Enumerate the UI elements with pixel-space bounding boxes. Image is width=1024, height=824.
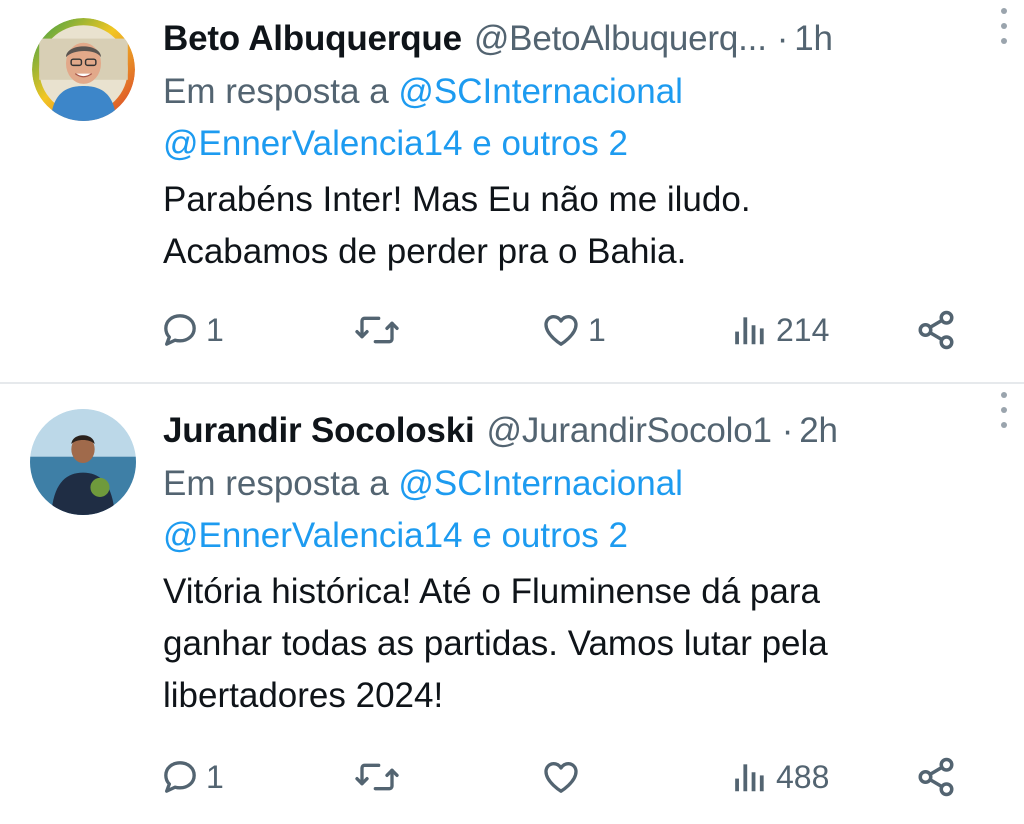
- like-button[interactable]: [540, 752, 588, 802]
- reply-icon: [164, 314, 196, 346]
- separator-dot: ·: [781, 411, 794, 450]
- tweet-text-line: Parabéns Inter! Mas Eu não me iludo.: [163, 180, 751, 219]
- mention-link[interactable]: @SCInternacional: [398, 72, 683, 111]
- reply-button[interactable]: 1: [160, 752, 224, 802]
- reply-context: Em resposta a @SCInternacional @EnnerVal…: [163, 66, 984, 170]
- views-button[interactable]: 214: [732, 305, 829, 355]
- heart-icon: [544, 315, 578, 346]
- avatar[interactable]: [32, 18, 135, 121]
- others-link[interactable]: e outros 2: [472, 124, 628, 163]
- tweet-feed: Beto Albuquerque @BetoAlbuquerq... · 1h …: [0, 0, 1024, 824]
- mention-link[interactable]: @EnnerValencia14: [163, 516, 463, 555]
- timestamp[interactable]: 2h: [799, 411, 838, 451]
- more-vertical-icon[interactable]: [992, 392, 1016, 428]
- reply-count: 1: [206, 758, 224, 795]
- tweet-text: Vitória histórica! Até o Fluminense dá p…: [163, 566, 984, 722]
- like-count: 1: [588, 311, 606, 348]
- action-bar: 1 488: [160, 752, 964, 802]
- mention-link[interactable]: @EnnerValencia14: [163, 124, 463, 163]
- timestamp[interactable]: 1h: [794, 19, 833, 59]
- views-count: 214: [776, 311, 830, 348]
- reply-context: Em resposta a @SCInternacional @EnnerVal…: [163, 458, 984, 562]
- tweet-body: Jurandir Socoloski @JurandirSocolo1 · 2h…: [163, 408, 984, 722]
- tweet[interactable]: Beto Albuquerque @BetoAlbuquerq... · 1h …: [0, 0, 1024, 383]
- author-name[interactable]: Beto Albuquerque: [163, 19, 462, 59]
- share-button[interactable]: [915, 752, 957, 802]
- views-count: 488: [776, 758, 830, 795]
- more-vertical-icon[interactable]: [992, 8, 1016, 44]
- tweet-header: Beto Albuquerque @BetoAlbuquerq... · 1h: [163, 16, 984, 62]
- others-link[interactable]: e outros 2: [472, 516, 628, 555]
- reply-prefix: Em resposta a: [163, 464, 389, 503]
- retweet-button[interactable]: [355, 305, 405, 355]
- avatar[interactable]: [30, 409, 136, 515]
- author-handle[interactable]: @JurandirSocolo1: [487, 411, 772, 451]
- tweet-text-line: Acabamos de perder pra o Bahia.: [163, 232, 687, 271]
- retweet-icon: [355, 763, 399, 791]
- action-bar: 1 1 214: [160, 305, 964, 355]
- retweet-icon: [355, 316, 399, 344]
- tweet-text-line: ganhar todas as partidas. Vamos lutar pe…: [163, 624, 828, 663]
- views-button[interactable]: 488: [732, 752, 829, 802]
- share-icon: [918, 310, 954, 350]
- heart-icon: [544, 762, 578, 793]
- tweet[interactable]: Jurandir Socoloski @JurandirSocolo1 · 2h…: [0, 384, 1024, 824]
- reply-icon: [164, 761, 196, 793]
- reply-prefix: Em resposta a: [163, 72, 389, 111]
- tweet-text: Parabéns Inter! Mas Eu não me iludo. Aca…: [163, 174, 984, 278]
- share-button[interactable]: [915, 305, 957, 355]
- views-icon: [735, 764, 764, 792]
- reply-count: 1: [206, 311, 224, 348]
- reply-button[interactable]: 1: [160, 305, 224, 355]
- share-icon: [918, 757, 954, 797]
- tweet-text-line: Vitória histórica! Até o Fluminense dá p…: [163, 572, 820, 611]
- tweet-body: Beto Albuquerque @BetoAlbuquerq... · 1h …: [163, 16, 984, 278]
- views-icon: [735, 317, 764, 345]
- author-name[interactable]: Jurandir Socoloski: [163, 411, 475, 451]
- mention-link[interactable]: @SCInternacional: [398, 464, 683, 503]
- like-button[interactable]: 1: [540, 305, 606, 355]
- retweet-button[interactable]: [355, 752, 405, 802]
- tweet-text-line: libertadores 2024!: [163, 676, 444, 715]
- tweet-header: Jurandir Socoloski @JurandirSocolo1 · 2h: [163, 408, 984, 454]
- author-handle[interactable]: @BetoAlbuquerq...: [474, 19, 767, 59]
- separator-dot: ·: [776, 19, 789, 58]
